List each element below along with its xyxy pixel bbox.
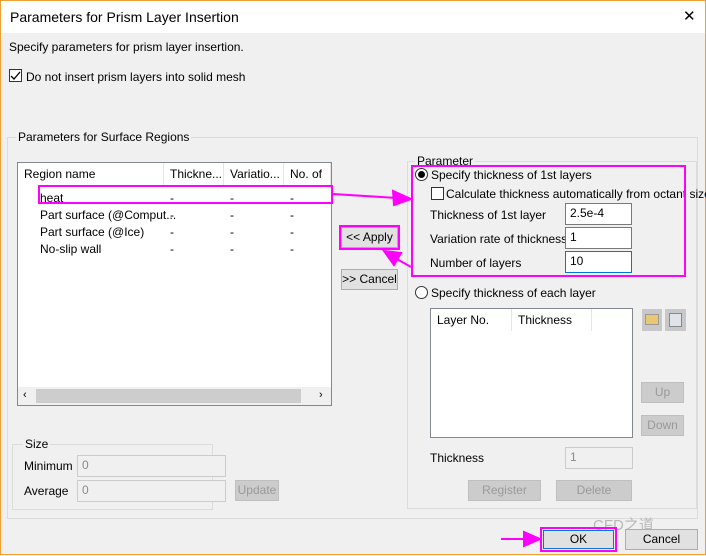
annotation-arrows [332,189,543,548]
arrow-to-parameter [332,193,398,199]
dialog-window: Parameters for Prism Layer Insertion ✕ S… [0,0,706,555]
